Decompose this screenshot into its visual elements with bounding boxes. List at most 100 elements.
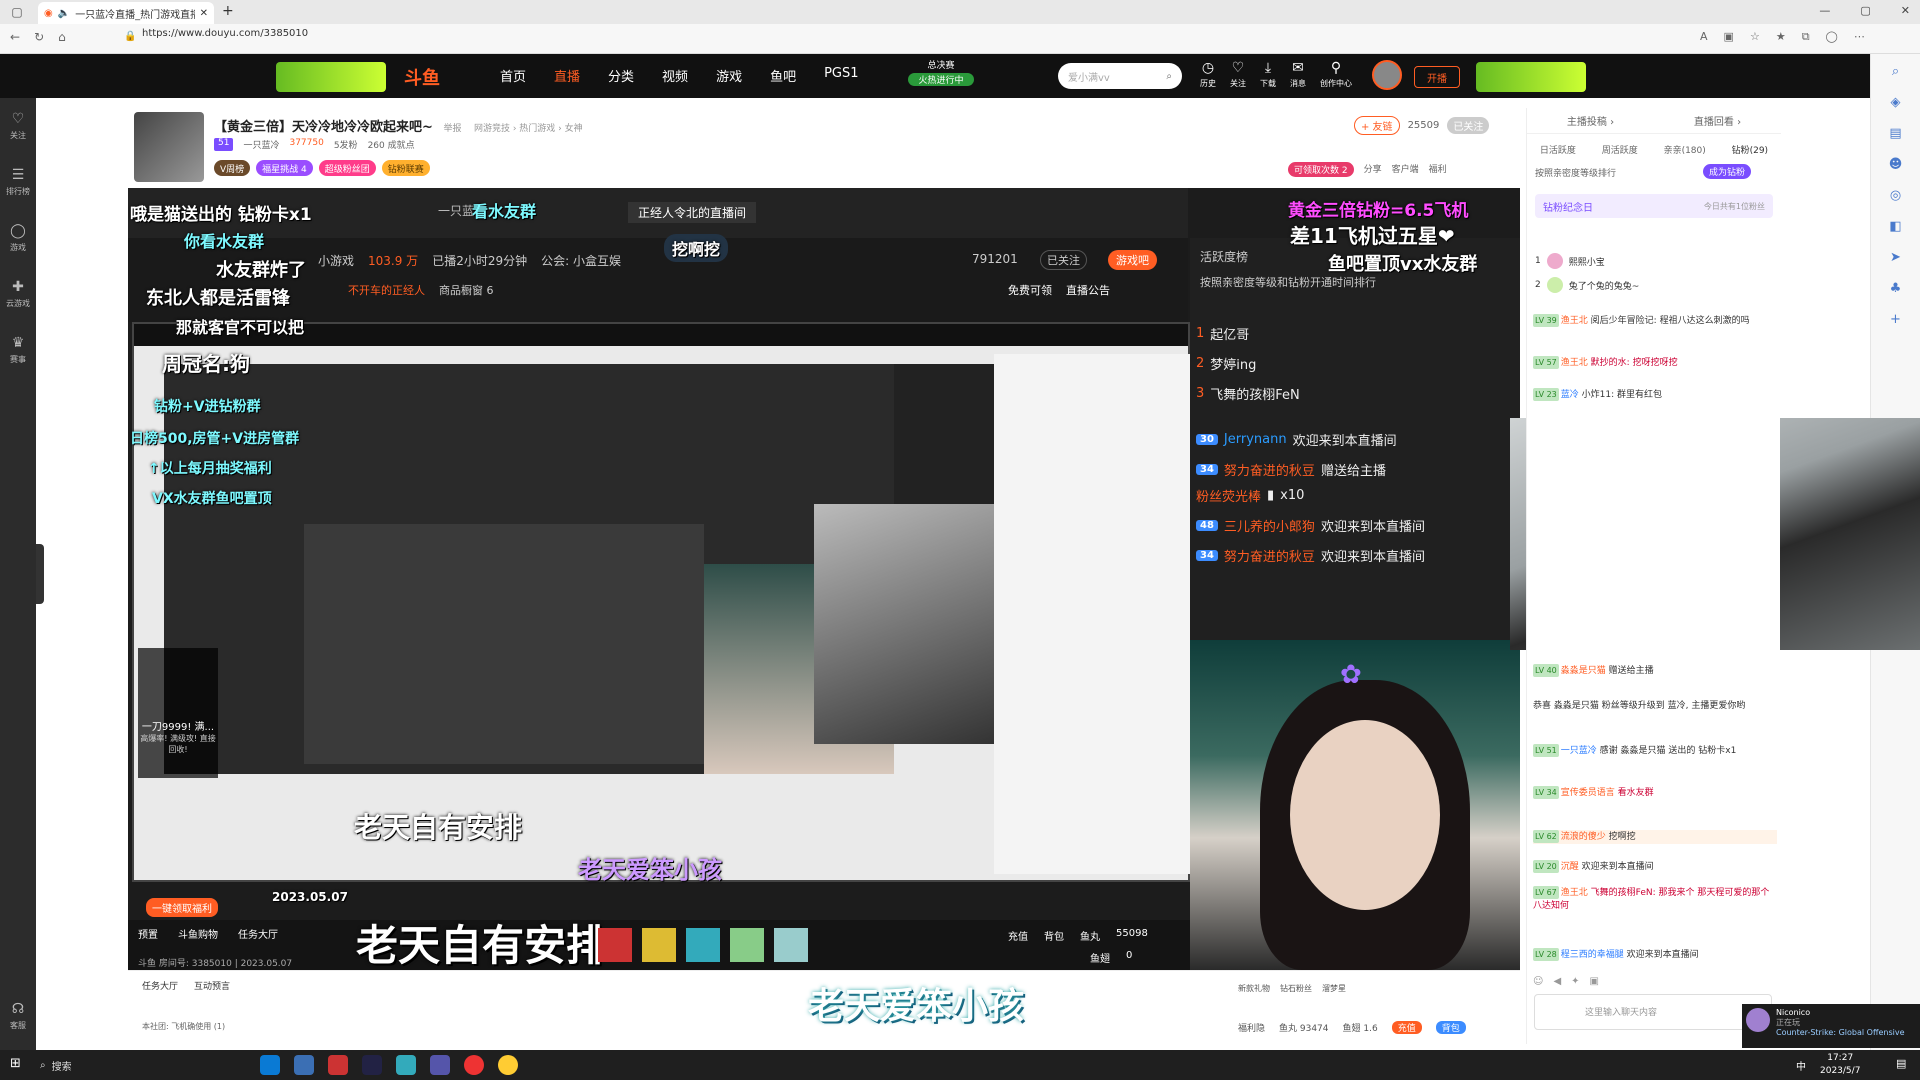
taskbar-search[interactable]: ⌕ 搜索 <box>40 1055 200 1075</box>
report-link[interactable]: 举报 <box>443 124 461 134</box>
stream-tab-2[interactable]: 正经人令北的直播间 <box>628 202 757 223</box>
become-diamond-button[interactable]: 成为钻粉 <box>1703 164 1752 179</box>
sidebar-collapse-handle[interactable] <box>36 544 44 604</box>
close-window-icon[interactable]: ✕ <box>1901 4 1910 17</box>
event-badge[interactable]: 总决赛 火热进行中 <box>908 58 974 92</box>
sidebar-item-follow[interactable]: ♡ 关注 <box>0 98 36 154</box>
emoji-icon[interactable]: ☺ <box>1533 976 1543 987</box>
chat-user[interactable]: 渔王北 <box>1561 316 1588 326</box>
chat-user[interactable]: 沉醒 <box>1561 862 1579 872</box>
chat-user[interactable]: 淼淼是只猫 <box>1561 666 1606 676</box>
sidebar-item-rank[interactable]: ☰ 排行榜 <box>0 154 36 210</box>
video-rank-row[interactable]: 3 飞舞的孩栩FeN <box>1196 384 1300 403</box>
goods-window[interactable]: 商品橱窗 6 <box>439 282 494 298</box>
gift-ad[interactable]: 一刀9999! 满... 高爆率! 满级攻! 直接回收! <box>138 648 218 778</box>
browser-tab[interactable]: ◉ 🔈 一只蓝冷直播_热门游戏直播 ✕ <box>38 2 214 24</box>
gift-new[interactable]: 新款礼物 <box>1238 983 1270 994</box>
sidebar-people-icon[interactable]: ☻ <box>1889 157 1903 172</box>
nav-yuba[interactable]: 鱼吧 <box>770 66 796 85</box>
nav-live[interactable]: 直播 <box>554 66 580 85</box>
interactive-button[interactable]: 互动预言 <box>194 979 230 992</box>
nav-game[interactable]: 游戏 <box>716 66 742 85</box>
new-tab-button[interactable]: + <box>222 3 234 19</box>
bag-stat[interactable]: 背包 <box>1435 1021 1466 1034</box>
chrome-icon[interactable] <box>498 1055 518 1075</box>
subtab-close[interactable]: 亲亲(180) <box>1664 143 1706 156</box>
chat-user[interactable]: 努力奋进的秋豆 <box>1224 460 1315 479</box>
lock-icon[interactable]: 🔒 <box>124 31 136 42</box>
rp-rank-row[interactable]: 1 熙熙小宝 <box>1535 250 1773 272</box>
maximize-icon[interactable]: ▢ <box>1860 4 1870 17</box>
sidebar-tree-icon[interactable]: ♣ <box>1890 281 1902 296</box>
download-button[interactable]: ⤓ 下载 <box>1260 60 1276 89</box>
gift-icon[interactable] <box>774 928 808 962</box>
history-button[interactable]: ◷ 历史 <box>1200 60 1216 89</box>
ime-indicator[interactable]: 中 <box>1796 1058 1806 1073</box>
rp-rank-row[interactable]: 2 兔了个兔的兔兔~ <box>1535 274 1773 296</box>
chat-user[interactable]: 渔王北 <box>1561 358 1588 368</box>
collections-icon[interactable]: ⧉ <box>1802 30 1810 44</box>
chat-user[interactable]: 粉丝荧光棒 <box>1196 486 1261 505</box>
nav-category[interactable]: 分类 <box>608 66 634 85</box>
announce[interactable]: 直播公告 <box>1066 282 1110 298</box>
more-icon[interactable]: ⋯ <box>1854 30 1865 44</box>
search-icon[interactable]: ⌕ <box>1166 71 1172 82</box>
sidebar-bag-icon[interactable]: ▤ <box>1889 126 1901 141</box>
gift-icon[interactable] <box>730 928 764 962</box>
task-button[interactable]: 任务大厅 <box>238 926 278 941</box>
app3-icon[interactable] <box>430 1055 450 1075</box>
edge-icon[interactable] <box>260 1055 280 1075</box>
client-button[interactable]: 客户端 <box>1392 162 1419 177</box>
windows-start-icon[interactable]: ⊞ <box>10 1056 21 1071</box>
gift-diamond[interactable]: 钻石粉丝 <box>1280 983 1312 994</box>
sidebar-tag-icon[interactable]: ◈ <box>1891 95 1901 110</box>
gift-tool-icon[interactable]: ✦ <box>1571 976 1579 987</box>
video-rank-row[interactable]: 1 起亿哥 <box>1196 324 1249 343</box>
favorite-icon[interactable]: ☆ <box>1750 30 1760 44</box>
sidebar-send-icon[interactable]: ➤ <box>1890 250 1901 265</box>
subtab-daily[interactable]: 日活跃度 <box>1540 143 1576 156</box>
go-live-button[interactable]: 开播 <box>1414 66 1460 88</box>
badge-lucky[interactable]: 福星挑战 4 <box>256 160 313 176</box>
subtab-diamond[interactable]: 钻粉(29) <box>1732 143 1768 156</box>
chat-user[interactable]: 程三西的幸福腿 <box>1561 950 1624 960</box>
speaker-icon[interactable]: ◀ <box>1553 976 1561 987</box>
badge-weekly[interactable]: V周榜 <box>214 160 251 176</box>
welfare-button[interactable]: 福利 <box>1429 162 1447 177</box>
chat-user[interactable]: 宣传委员语言 <box>1561 788 1615 798</box>
sidebar-outlook-icon[interactable]: ◧ <box>1889 219 1901 234</box>
douyu-app-icon[interactable] <box>464 1055 484 1075</box>
subtab-weekly[interactable]: 周活跃度 <box>1602 143 1638 156</box>
stream-followed[interactable]: 已关注 <box>1040 250 1087 270</box>
free-claim[interactable]: 免费可领 <box>1008 282 1052 298</box>
chat-user[interactable]: 蓝冷 <box>1561 390 1579 400</box>
claim-count[interactable]: 可领取次数 2 <box>1288 162 1354 177</box>
image-icon[interactable]: ▣ <box>1590 976 1599 987</box>
recharge-stat[interactable]: 充值 <box>1391 1021 1422 1034</box>
followed-button[interactable]: 已关注 <box>1447 117 1490 134</box>
reload-icon[interactable]: ↻ <box>34 30 44 44</box>
sidebar-item-game[interactable]: ◯ 游戏 <box>0 210 36 266</box>
minimize-icon[interactable]: — <box>1819 4 1830 17</box>
tab-submissions[interactable]: 主播投稿 › <box>1567 113 1614 128</box>
welfare-stat[interactable]: 福利隐 <box>1238 1021 1265 1034</box>
badge-fans[interactable]: 超级粉丝团 <box>318 160 376 176</box>
video-rank-row[interactable]: 2 梦婷ing <box>1196 354 1256 373</box>
store-icon[interactable] <box>294 1055 314 1075</box>
douyu-logo[interactable]: 斗鱼 <box>404 64 440 90</box>
user-avatar[interactable] <box>1372 60 1402 90</box>
recharge-button[interactable]: 充值 <box>1008 928 1028 943</box>
read-aloud-icon[interactable]: A <box>1700 30 1708 44</box>
chat-user[interactable]: 三儿养的小郎狗 <box>1224 516 1315 535</box>
preview-button[interactable]: 预置 <box>138 926 158 941</box>
chat-user[interactable]: 一只蓝冷 <box>1561 746 1597 756</box>
sidebar-circle-icon[interactable]: ◎ <box>1890 188 1901 203</box>
favorites-bar-icon[interactable]: ★ <box>1776 30 1786 44</box>
nav-pgs1[interactable]: PGS1 <box>824 66 858 85</box>
chat-user[interactable]: Jerrynann <box>1224 432 1287 447</box>
stream-tag[interactable]: 不开车的正经人 <box>348 282 425 298</box>
chat-user[interactable]: 流浪的傻少 <box>1561 832 1606 842</box>
chat-user[interactable]: 恭喜 淼淼是只猫 <box>1533 701 1599 711</box>
nav-home[interactable]: 首页 <box>500 66 526 85</box>
notification-toast[interactable]: Niconico 正在玩 Counter-Strike: Global Offe… <box>1742 1004 1920 1048</box>
